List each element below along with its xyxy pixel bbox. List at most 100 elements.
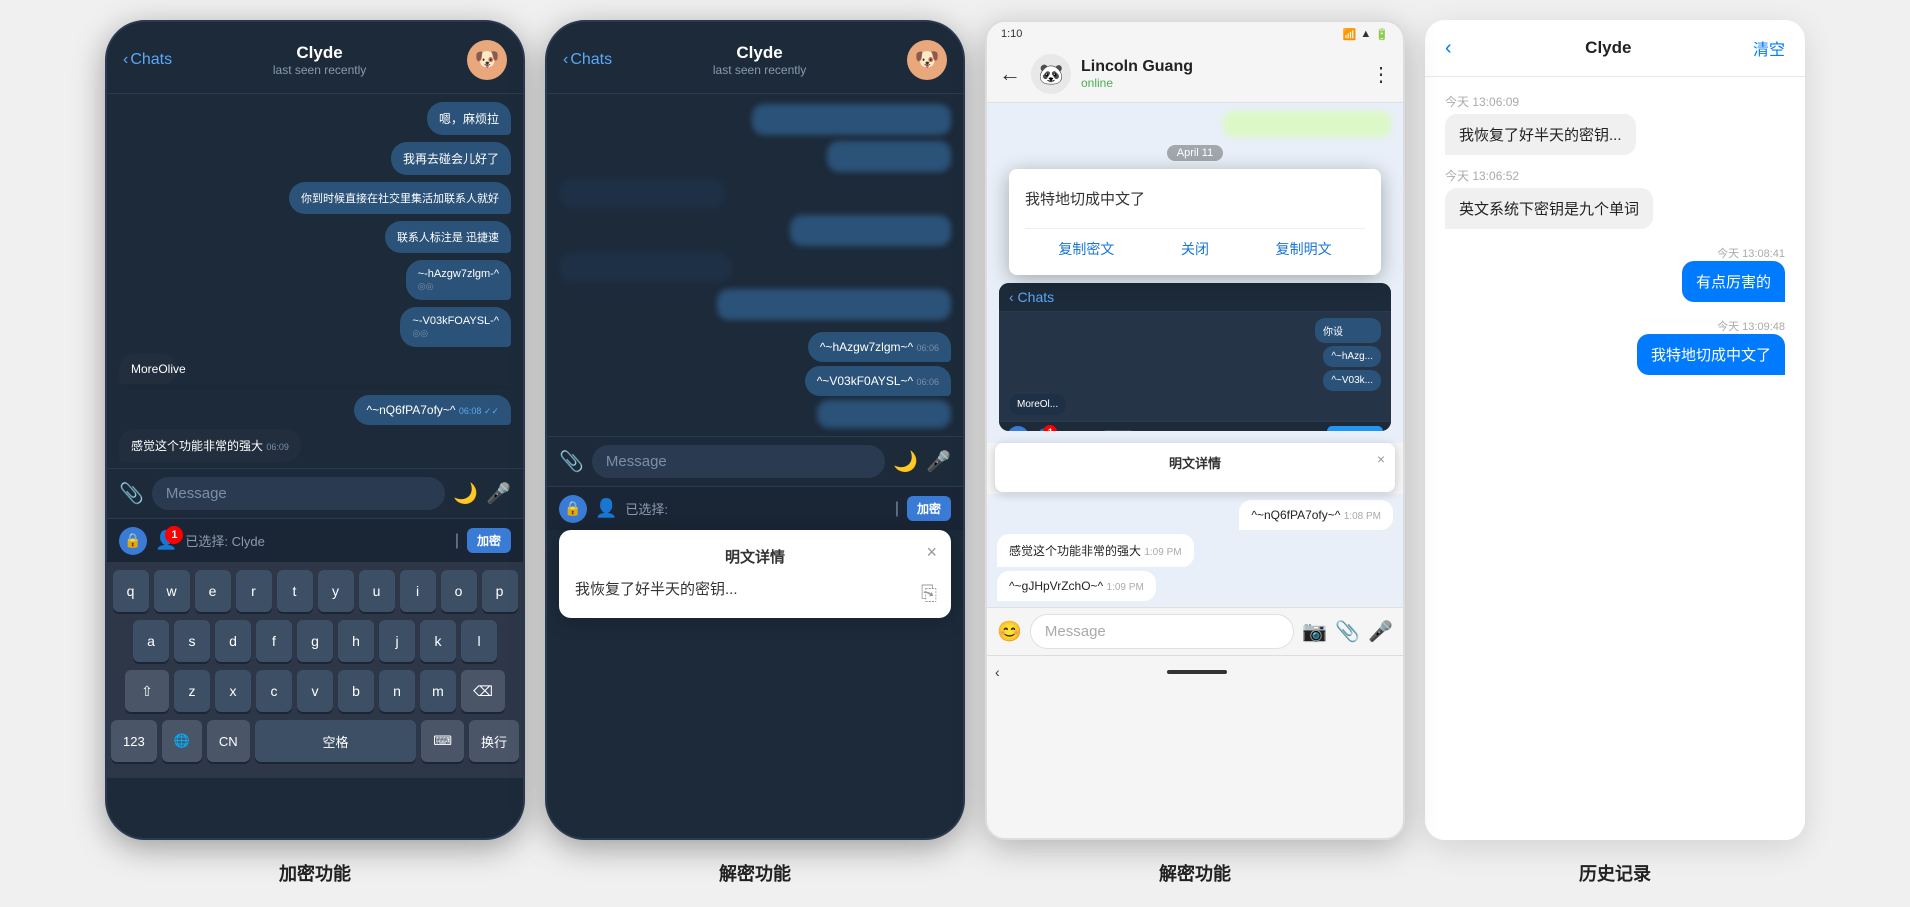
key-z[interactable]: z [174, 670, 210, 712]
msg-bubble: 联系人标注是 迅捷速 [385, 221, 511, 253]
key-e[interactable]: e [195, 570, 231, 612]
android-header-status: online [1081, 76, 1361, 90]
message-input-1[interactable]: Message [152, 477, 445, 510]
attachment-icon-2[interactable]: 📎 [559, 449, 584, 474]
history-clear-btn[interactable]: 清空 [1753, 36, 1785, 60]
android-modal-close[interactable]: × [1377, 451, 1385, 467]
key-return[interactable]: 换行 [469, 720, 519, 762]
key-delete[interactable]: ⌫ [461, 670, 505, 712]
wifi-icon: 📶 [1343, 28, 1357, 41]
inner-badge: 👤 1 [1035, 428, 1052, 432]
back-button-2[interactable]: ‹ Chats [563, 51, 612, 69]
back-label-2[interactable]: Chats [570, 51, 612, 69]
msg-bubble-out-history: 我特地切成中文了 [1637, 334, 1785, 375]
encrypt-button-2[interactable]: 加密 [907, 496, 951, 521]
android-msg: 感觉这个功能非常的强大 1:09 PM [997, 534, 1194, 567]
panel1-label: 加密功能 [279, 860, 351, 886]
key-o[interactable]: o [441, 570, 477, 612]
key-t[interactable]: t [277, 570, 313, 612]
encrypt-toggle-2[interactable]: 🔒 [559, 495, 587, 523]
emoji-android-icon[interactable]: 😊 [997, 619, 1022, 644]
inner-msg-in: MoreOl... [1009, 394, 1066, 415]
encrypt-toggle-1[interactable]: 🔒 [119, 527, 147, 555]
key-n[interactable]: n [379, 670, 415, 712]
inner-lock-icon[interactable]: 🔒 [1007, 426, 1029, 432]
copy-icon-2[interactable]: ⎘ [921, 583, 937, 606]
android-messages: encrypted message android April 11 我特地切成… [987, 103, 1403, 443]
close-popup-btn[interactable]: 关闭 [1181, 239, 1209, 259]
key-w[interactable]: w [154, 570, 190, 612]
key-a[interactable]: a [133, 620, 169, 662]
key-r[interactable]: r [236, 570, 272, 612]
inner-back[interactable]: ‹ Chats [1009, 289, 1054, 305]
blurred-msg: blurred encrypted line [817, 400, 951, 428]
chat-messages-2: encrypted message here long encrypted ms… [547, 94, 963, 324]
key-row-4: 123 🌐 CN 空格 ⌨ 换行 [111, 720, 519, 762]
key-y[interactable]: y [318, 570, 354, 612]
key-s[interactable]: s [174, 620, 210, 662]
android-input-bar: 😊 Message 📷 📎 🎤 [987, 607, 1403, 655]
more-icon-3[interactable]: ⋮ [1371, 62, 1391, 87]
attachment-icon-1[interactable]: 📎 [119, 481, 144, 506]
key-keyboard[interactable]: ⌨ [421, 720, 464, 762]
key-x[interactable]: x [215, 670, 251, 712]
panel2-section: ‹ Chats Clyde last seen recently 🐶 encry… [545, 20, 965, 886]
key-q[interactable]: q [113, 570, 149, 612]
back-label-1[interactable]: Chats [130, 51, 172, 69]
key-b[interactable]: b [338, 670, 374, 712]
back-arrow-3[interactable]: ← [999, 61, 1021, 87]
key-p[interactable]: p [482, 570, 518, 612]
key-f[interactable]: f [256, 620, 292, 662]
msg-bubble: ~-hAzgw7zlgm-^◎◎ [406, 260, 511, 300]
key-space[interactable]: 空格 [255, 720, 417, 762]
modal-close-2[interactable]: × [926, 542, 937, 563]
key-d[interactable]: d [215, 620, 251, 662]
key-123[interactable]: 123 [111, 720, 157, 762]
chevron-left-icon-1: ‹ [123, 51, 128, 69]
msg-row: ^~nQ6fPA7ofy~^ 06:08 ✓✓ [119, 395, 511, 425]
msg-timestamp: 今天 13:06:52 [1445, 167, 1653, 184]
key-g[interactable]: g [297, 620, 333, 662]
mic-icon-2[interactable]: 🎤 [926, 449, 951, 474]
key-j[interactable]: j [379, 620, 415, 662]
panel2-label: 解密功能 [719, 860, 791, 886]
copy-cipher-btn[interactable]: 复制密文 [1058, 239, 1114, 259]
history-back-btn[interactable]: ‹ [1445, 37, 1452, 60]
msg-bubble: 嗯，麻烦拉 [427, 102, 511, 135]
emoji-icon-2[interactable]: 🌙 [893, 449, 918, 474]
avatar-2: 🐶 [907, 40, 947, 80]
key-globe[interactable]: 🌐 [162, 720, 202, 762]
avatar-1: 🐶 [467, 40, 507, 80]
camera-icon-3[interactable]: 📷 [1302, 619, 1327, 644]
copy-plain-btn[interactable]: 复制明文 [1276, 239, 1332, 259]
history-msg-item: 今天 13:09:48 我特地切成中文了 [1637, 314, 1785, 375]
key-i[interactable]: i [400, 570, 436, 612]
chat-messages-1: 嗯，麻烦拉 我再去碰会儿好了 你到时候直接在社交里集活加联系人就好 联系人标注是… [107, 94, 523, 389]
key-u[interactable]: u [359, 570, 395, 612]
key-cn[interactable]: CN [207, 720, 250, 762]
key-h[interactable]: h [338, 620, 374, 662]
mic-icon-1[interactable]: 🎤 [486, 481, 511, 506]
msg-row: ~-V03kFOAYSL-^◎◎ [119, 307, 511, 347]
key-v[interactable]: v [297, 670, 333, 712]
modal-content-2: 我恢复了好半天的密钥... [575, 579, 935, 602]
msg-row: ^~hAzgw7zlgm~^ 06:06 [559, 332, 951, 362]
key-row-1: q w e r t y u i o p [111, 570, 519, 612]
message-input-2[interactable]: Message [592, 445, 885, 478]
key-m[interactable]: m [420, 670, 456, 712]
key-l[interactable]: l [461, 620, 497, 662]
back-button-1[interactable]: ‹ Chats [123, 51, 172, 69]
key-shift[interactable]: ⇧ [125, 670, 169, 712]
key-k[interactable]: k [420, 620, 456, 662]
mic-icon-3[interactable]: 🎤 [1368, 619, 1393, 644]
attachment-icon-3[interactable]: 📎 [1335, 619, 1360, 644]
encrypt-button-1[interactable]: 加密 [467, 528, 511, 553]
android-message-input[interactable]: Message [1030, 614, 1294, 649]
panel2-phone: ‹ Chats Clyde last seen recently 🐶 encry… [545, 20, 965, 840]
nav-back-icon[interactable]: ‹ [995, 664, 1000, 680]
inner-encrypt-send-btn[interactable]: 加密发送 [1327, 426, 1383, 431]
extra-messages-1: ^~nQ6fPA7ofy~^ 06:08 ✓✓ 感觉这个功能非常的强大 06:0… [107, 389, 523, 468]
emoji-icon-1[interactable]: 🌙 [453, 481, 478, 506]
msg-row: 感觉这个功能非常的强大 06:09 [119, 429, 511, 462]
key-c[interactable]: c [256, 670, 292, 712]
